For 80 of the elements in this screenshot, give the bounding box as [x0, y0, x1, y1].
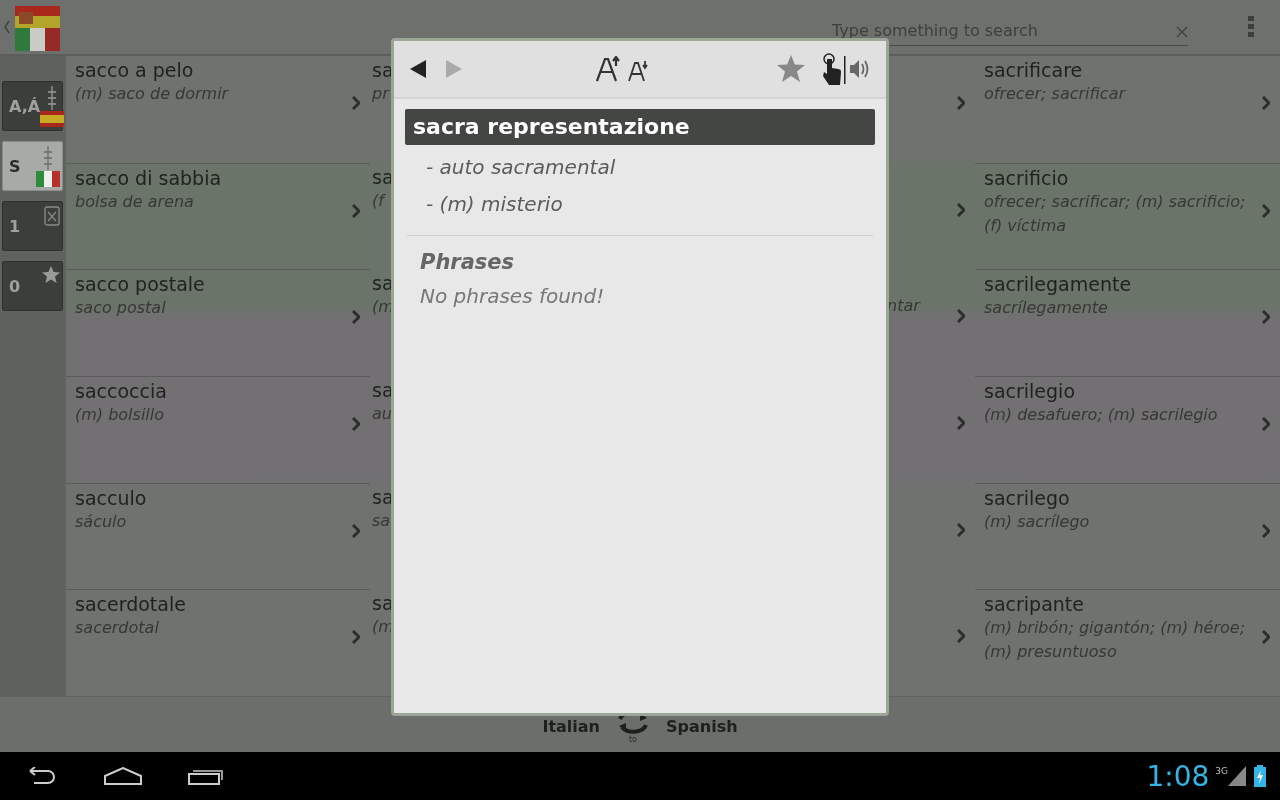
menu-icon [1248, 16, 1254, 38]
signal-icon [1228, 766, 1246, 786]
entry-translation: (m) desafuero; (m) sacrilegio [984, 404, 1218, 426]
sort-icon [41, 146, 55, 170]
translation: - (m) misterio [425, 191, 563, 218]
star-icon [42, 266, 60, 283]
home-icon [104, 767, 142, 785]
word-entry[interactable]: sacco a pelo (m) saco de dormir [66, 56, 370, 163]
entry-translation: pr [372, 83, 389, 105]
decrease-font-icon [628, 60, 648, 82]
chevron-icon [352, 203, 360, 218]
close-icon [1176, 26, 1188, 38]
source-language[interactable]: Italian [542, 717, 600, 736]
chevron-icon [352, 417, 360, 431]
entry-translation: sa [372, 509, 391, 532]
entry-translation: sáculo [75, 510, 127, 533]
word-entry[interactable]: sacrificio ofrecer; sacrificar; (m) sacrificio; (f) víctima [975, 162, 1280, 270]
entry-translation: sacerdotal [75, 617, 159, 640]
entry-translation: (m) bribón; gigantón; (m) héroe; (m) presuntuoso [984, 617, 1247, 664]
increase-font-icon [596, 56, 620, 82]
entry-word: sacco a pelo [75, 58, 194, 82]
entry-word: sacco postale [75, 272, 205, 297]
entry-translation: ofrecer; sacrificar; (m) sacrificio; (f) víctima [984, 190, 1247, 237]
sidebar-tab[interactable]: S [2, 141, 63, 191]
entry-word: sacrilegamente [984, 272, 1132, 297]
chevron-icon [352, 310, 360, 325]
entry-word: sacco di sabbia [75, 165, 222, 190]
entry-translation: au [372, 403, 392, 425]
chevron-icon [1262, 523, 1270, 538]
entry-word: sacripante [984, 592, 1084, 617]
sidebar-tab[interactable]: 0 [2, 261, 63, 311]
back-icon [3, 19, 11, 35]
sidebar-tab[interactable]: 1 [2, 201, 63, 251]
chevron-icon [1262, 630, 1270, 645]
chevron-icon [352, 630, 360, 645]
word-entry[interactable]: sacco postale saco postal [66, 269, 370, 376]
word-entry[interactable]: sacco di sabbia bolsa de arena [66, 162, 370, 270]
entry-translation: sacrílegamente [984, 297, 1108, 320]
entry-translation: (f [372, 189, 384, 212]
word-entry[interactable]: saccoccia (m) bolsillo [66, 376, 370, 483]
chevron-icon [1262, 310, 1270, 325]
to-label: to [629, 735, 637, 744]
entry-translation: saco postal [75, 297, 166, 320]
spain-flag-icon [40, 111, 65, 127]
entry-translation: bolsa de arena [75, 190, 194, 213]
entry-translation: (m) saco de dormir [75, 83, 229, 105]
chevron-icon [1262, 96, 1270, 110]
clipboard-icon [44, 206, 60, 226]
translation: - auto sacramental [425, 154, 616, 181]
entry-word: sacrificio [984, 165, 1069, 190]
chevron-icon [1262, 417, 1270, 431]
word-entry[interactable]: sacrilego (m) sacrílego [975, 482, 1280, 590]
entry-word: sacerdotale [75, 592, 186, 617]
entry-translation: ntar [887, 295, 920, 318]
target-language[interactable]: Spanish [666, 717, 738, 736]
word-entry[interactable]: sacrilegio (m) desafuero; (m) sacrilegio [975, 376, 1280, 483]
italy-flag-icon [36, 171, 60, 187]
empty-message: No phrases found! [420, 284, 605, 308]
recent-apps-icon [188, 767, 224, 785]
chevron-icon [352, 96, 360, 110]
clock: 1:08 [1146, 759, 1210, 793]
entry-translation: (m) sacrílego [984, 510, 1090, 533]
chevron-icon [352, 523, 360, 538]
sidebar-tab[interactable]: A,Á [2, 81, 63, 131]
entry-word: saccoccia [75, 379, 167, 403]
entry-word: sacculo [75, 485, 147, 510]
network-type: 3G [1215, 766, 1228, 776]
battery-icon [1254, 765, 1266, 787]
word-entry[interactable]: sacrilegamente sacrílegamente [975, 269, 1280, 376]
entry-translation: (m) bolsillo [75, 404, 164, 426]
phrases-heading: Phrases [420, 250, 515, 274]
headword: sacra representazione [405, 109, 875, 145]
entry-word: sacrificare [984, 58, 1083, 82]
entry-translation: ofrecer; sacrificar [984, 83, 1125, 105]
word-entry[interactable]: sacculo sáculo [66, 482, 370, 590]
chevron-icon [1262, 203, 1270, 218]
entry-word: sacrilegio [984, 379, 1075, 403]
entry-word: sacrilego [984, 485, 1070, 510]
word-entry[interactable]: sacrificare ofrecer; sacrificar [975, 56, 1280, 163]
flags-icon [15, 5, 60, 51]
